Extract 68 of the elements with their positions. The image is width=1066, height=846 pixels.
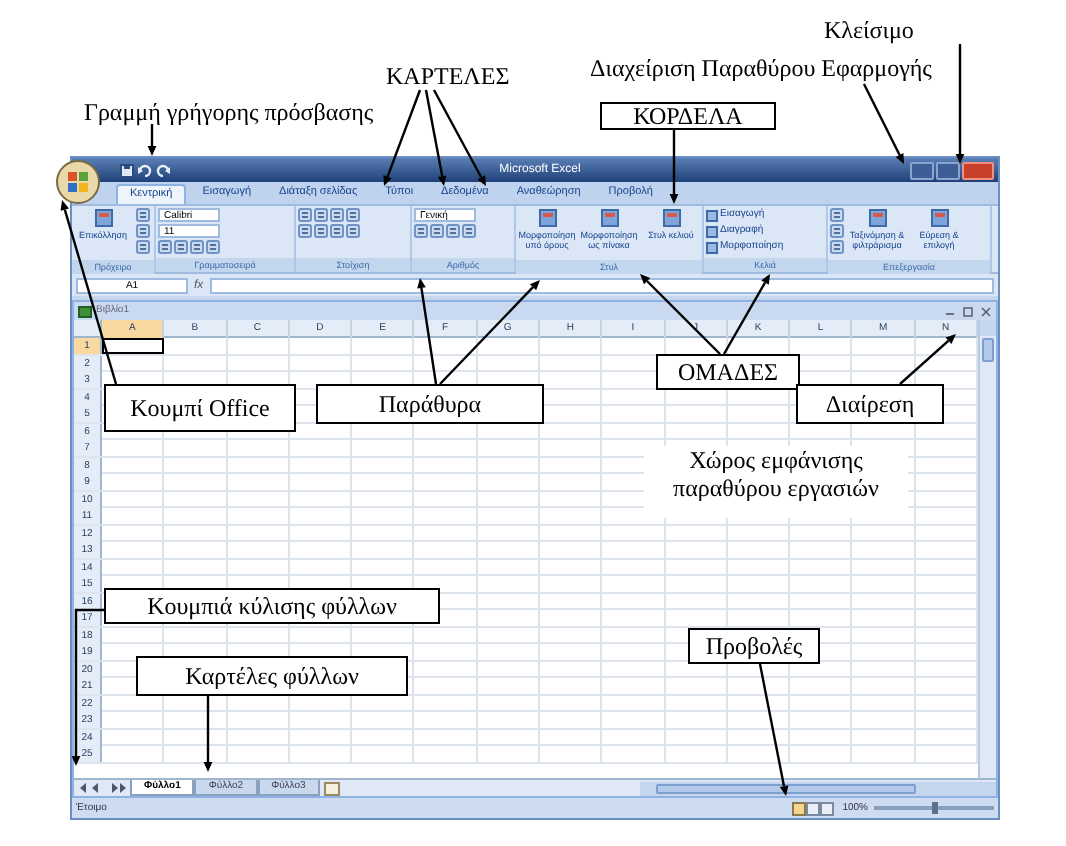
office-button[interactable] bbox=[56, 160, 100, 204]
sheet-scroll-icon[interactable] bbox=[78, 782, 126, 794]
cell-icon bbox=[706, 241, 718, 253]
save-icon[interactable] bbox=[120, 163, 134, 177]
workbook-icon bbox=[78, 305, 92, 317]
format-icon[interactable] bbox=[190, 240, 204, 254]
minimize-button[interactable] bbox=[910, 161, 934, 179]
tool-icon[interactable] bbox=[830, 224, 844, 238]
maximize-button[interactable] bbox=[936, 161, 960, 179]
arrow bbox=[955, 44, 965, 164]
new-sheet-icon[interactable] bbox=[323, 781, 340, 795]
cell-icon bbox=[706, 225, 718, 237]
close-button[interactable] bbox=[962, 161, 994, 179]
format-icon[interactable] bbox=[314, 208, 328, 222]
format-icon[interactable] bbox=[206, 240, 220, 254]
callout-text: ΚΑΡΤΕΛΕΣ bbox=[386, 62, 510, 90]
workbook-controls-icon[interactable] bbox=[944, 305, 992, 317]
arrow bbox=[147, 124, 157, 156]
callout-label: Κουμπί Office bbox=[104, 384, 296, 432]
callout-label: ΚΟΡΔΕΛΑ bbox=[600, 102, 776, 130]
callout-label: Διαίρεση bbox=[796, 384, 944, 424]
format-icon[interactable] bbox=[158, 240, 172, 254]
formula-field[interactable] bbox=[209, 277, 994, 293]
callout-label: Καρτέλες φύλλων bbox=[136, 656, 408, 696]
format-icon[interactable] bbox=[462, 224, 476, 238]
format-icon[interactable] bbox=[330, 208, 344, 222]
tool-icon[interactable] bbox=[136, 224, 150, 238]
format-icon[interactable] bbox=[174, 240, 188, 254]
tool-icon[interactable] bbox=[136, 208, 150, 222]
callout-text: Γραμμή γρήγορης πρόσβασης bbox=[84, 98, 374, 126]
callout-text: Κλείσιμο bbox=[824, 16, 914, 44]
arrow bbox=[669, 130, 679, 204]
format-icon[interactable] bbox=[346, 224, 360, 238]
active-cell[interactable] bbox=[102, 338, 165, 354]
callout-label: Παράθυρα bbox=[316, 384, 544, 424]
format-icon[interactable] bbox=[330, 224, 344, 238]
tool-icon[interactable] bbox=[830, 240, 844, 254]
arrow bbox=[758, 663, 789, 796]
cell-icon bbox=[706, 209, 718, 221]
format-icon[interactable] bbox=[446, 224, 460, 238]
slider-thumb[interactable] bbox=[931, 802, 937, 814]
view-buttons-icon[interactable] bbox=[792, 801, 837, 815]
vertical-scrollbar[interactable] bbox=[978, 320, 996, 778]
callout-text: Διαχείριση Παραθύρου Εφαρμογής bbox=[590, 54, 932, 82]
callout-label: ΟΜΑΔΕΣ bbox=[656, 354, 800, 390]
ribbon-icon bbox=[599, 208, 619, 228]
format-icon[interactable] bbox=[314, 224, 328, 238]
format-icon[interactable] bbox=[298, 224, 312, 238]
ribbon-icon bbox=[537, 208, 557, 228]
format-icon[interactable] bbox=[298, 208, 312, 222]
ribbon-icon bbox=[867, 208, 887, 228]
undo-icon[interactable] bbox=[138, 163, 152, 177]
redo-icon[interactable] bbox=[156, 163, 170, 177]
format-icon[interactable] bbox=[430, 224, 444, 238]
format-icon[interactable] bbox=[346, 208, 360, 222]
format-icon[interactable] bbox=[414, 224, 428, 238]
callout-label: Κουμπιά κύλισης φύλλων bbox=[104, 588, 440, 624]
arrow bbox=[862, 83, 904, 164]
tool-icon[interactable] bbox=[136, 240, 150, 254]
callout-text: Χώρος εμφάνισης παραθύρου εργασιών bbox=[644, 446, 908, 518]
ribbon-icon bbox=[93, 208, 113, 228]
callout-label: Προβολές bbox=[688, 628, 820, 664]
ribbon-icon bbox=[929, 208, 949, 228]
ribbon-icon bbox=[661, 208, 681, 228]
horizontal-scrollbar[interactable] bbox=[639, 781, 996, 795]
arrow bbox=[203, 696, 213, 772]
arrow bbox=[899, 334, 956, 385]
tool-icon[interactable] bbox=[830, 208, 844, 222]
